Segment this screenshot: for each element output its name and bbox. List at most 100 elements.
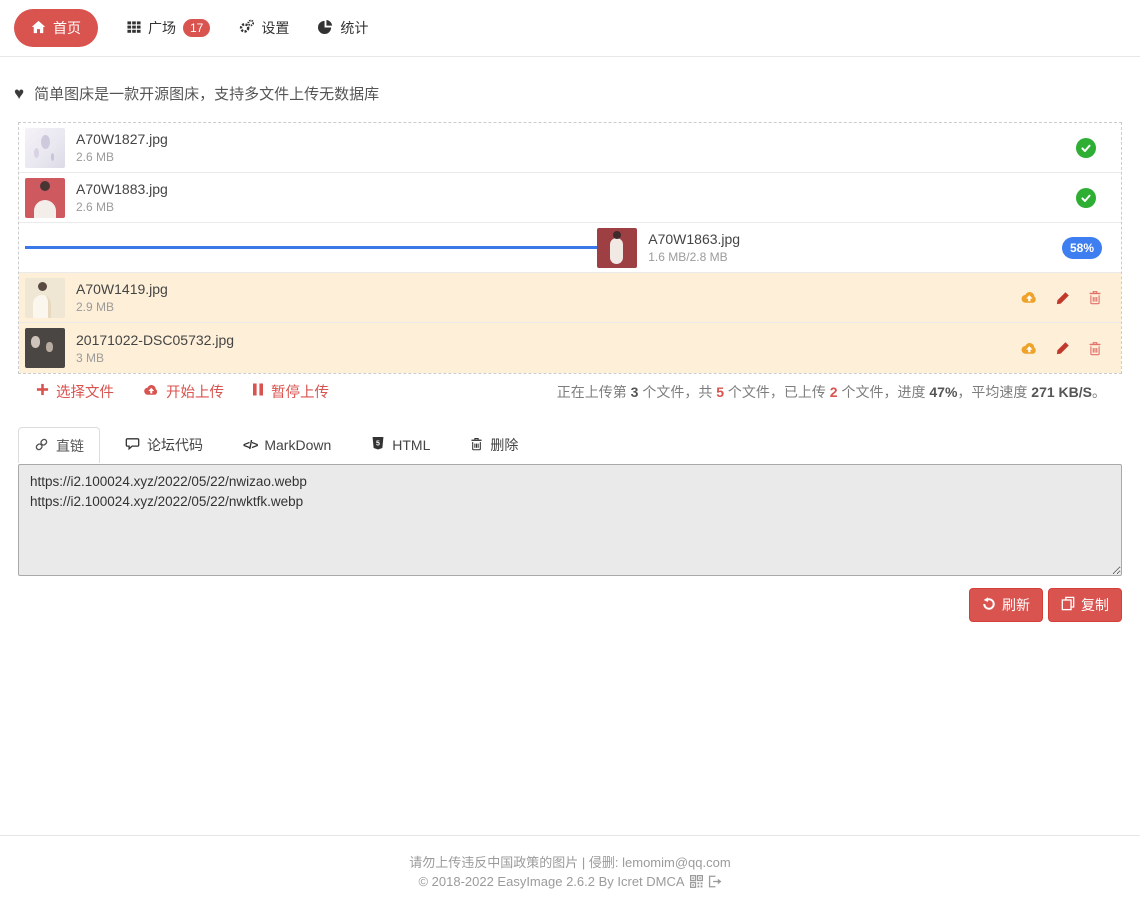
start-upload-label: 开始上传 xyxy=(166,381,224,402)
tab-direct-link[interactable]: 直链 xyxy=(18,427,100,463)
tab-markdown[interactable]: </> MarkDown xyxy=(228,427,346,463)
file-name: A70W1883.jpg xyxy=(76,180,168,198)
tab-forum-code[interactable]: 论坛代码 xyxy=(110,427,218,463)
file-name: A70W1419.jpg xyxy=(76,280,168,298)
file-row: A70W1827.jpg 2.6 MB xyxy=(19,123,1121,173)
comment-icon xyxy=(125,436,140,454)
success-check-icon xyxy=(1076,138,1096,158)
file-actions xyxy=(1019,341,1115,356)
pick-files-button[interactable]: 选择文件 xyxy=(36,381,114,402)
upload-toolbar: 选择文件 开始上传 暂停上传 正在上传第 3 个文件，共 5 个文件，已上传 2… xyxy=(18,374,1122,406)
file-row-queued: A70W1419.jpg 2.9 MB xyxy=(19,273,1121,323)
nav-stats[interactable]: 统计 xyxy=(318,18,368,38)
pause-icon xyxy=(252,383,264,400)
footer-policy-line: 请勿上传违反中国政策的图片 | 侵删: lemomim@qq.com xyxy=(0,853,1140,872)
file-row-queued: 20171022-DSC05732.jpg 3 MB xyxy=(19,323,1121,373)
nav-home-label: 首页 xyxy=(53,18,81,38)
refresh-icon xyxy=(982,597,996,614)
file-info: A70W1883.jpg 2.6 MB xyxy=(76,180,168,215)
refresh-button[interactable]: 刷新 xyxy=(969,588,1043,622)
file-info: A70W1419.jpg 2.9 MB xyxy=(76,280,168,315)
heart-icon: ♥ xyxy=(14,85,24,102)
logout-icon[interactable] xyxy=(708,874,722,893)
file-size: 2.9 MB xyxy=(76,300,168,315)
delete-file-icon[interactable] xyxy=(1088,341,1102,356)
tab-delete[interactable]: 删除 xyxy=(455,427,533,463)
qr-code-icon[interactable] xyxy=(690,874,703,893)
file-status xyxy=(1076,138,1115,158)
file-thumbnail xyxy=(25,128,65,168)
file-status: 58% xyxy=(1062,237,1115,259)
page-footer: 请勿上传违反中国政策的图片 | 侵删: lemomim@qq.com © 201… xyxy=(0,835,1140,906)
site-subtitle: ♥ 简单图床是一款开源图床，支持多文件上传无数据库 xyxy=(14,83,1140,104)
edit-file-icon[interactable] xyxy=(1056,341,1070,355)
file-thumbnail xyxy=(25,278,65,318)
file-size: 3 MB xyxy=(76,351,234,366)
file-size: 1.6 MB/2.8 MB xyxy=(648,250,740,265)
plaza-grid-icon xyxy=(127,20,141,37)
tab-html[interactable]: 5 HTML xyxy=(356,427,445,463)
link-format-tabs: 直链 论坛代码 </> MarkDown 5 HTML xyxy=(18,426,1122,463)
delete-file-icon[interactable] xyxy=(1088,290,1102,305)
file-thumbnail xyxy=(25,178,65,218)
svg-text:5: 5 xyxy=(376,441,380,448)
tab-delete-label: 删除 xyxy=(490,435,518,455)
total-file-count: 5 xyxy=(716,384,724,400)
file-info: A70W1863.jpg 1.6 MB/2.8 MB xyxy=(648,230,740,265)
nav-plaza[interactable]: 广场 17 xyxy=(127,18,210,38)
upload-status-text: 正在上传第 3 个文件，共 5 个文件，已上传 2 个文件，进度 47%，平均速… xyxy=(557,382,1120,402)
file-info: A70W1827.jpg 2.6 MB xyxy=(76,130,168,165)
upload-progress-bar xyxy=(25,246,597,249)
file-name: A70W1863.jpg xyxy=(648,230,740,248)
tab-markdown-label: MarkDown xyxy=(264,437,331,453)
link-icon xyxy=(34,437,49,455)
plaza-count-badge: 17 xyxy=(183,19,210,37)
copy-label: 复制 xyxy=(1081,595,1109,615)
nav-plaza-label: 广场 xyxy=(148,18,176,38)
pause-upload-button[interactable]: 暂停上传 xyxy=(252,381,329,402)
edit-file-icon[interactable] xyxy=(1056,291,1070,305)
file-name: A70W1827.jpg xyxy=(76,130,168,148)
stats-pie-icon xyxy=(318,19,333,37)
file-thumbnail xyxy=(25,328,65,368)
cloud-upload-icon xyxy=(142,383,159,401)
upload-file-icon[interactable] xyxy=(1019,290,1038,305)
tab-html-label: HTML xyxy=(392,437,430,453)
trash-icon xyxy=(470,437,483,454)
nav-settings[interactable]: 设置 xyxy=(239,18,289,38)
file-info: 20171022-DSC05732.jpg 3 MB xyxy=(76,331,234,366)
settings-cogs-icon xyxy=(239,19,254,37)
file-row: A70W1883.jpg 2.6 MB xyxy=(19,173,1121,223)
home-icon xyxy=(31,20,46,37)
upload-queue: A70W1827.jpg 2.6 MB A70W1883.jpg 2.6 MB xyxy=(18,122,1122,374)
navbar: 首页 广场 17 设置 统计 xyxy=(0,0,1140,57)
toolbar-buttons: 选择文件 开始上传 暂停上传 xyxy=(20,381,329,402)
average-speed: 271 KB/S xyxy=(1031,384,1092,400)
subtitle-text: 简单图床是一款开源图床，支持多文件上传无数据库 xyxy=(34,83,379,104)
uploaded-file-count: 2 xyxy=(830,384,838,400)
tab-forum-code-label: 论坛代码 xyxy=(147,435,203,455)
file-status xyxy=(1076,188,1115,208)
pick-files-label: 选择文件 xyxy=(56,381,114,402)
file-thumbnail xyxy=(597,228,637,268)
tab-direct-link-label: 直链 xyxy=(56,436,84,456)
footer-copyright-line: © 2018-2022 EasyImage 2.6.2 By Icret DMC… xyxy=(0,872,1140,893)
overall-progress-percent: 47% xyxy=(929,384,957,400)
links-textarea[interactable]: https://i2.100024.xyz/2022/05/22/nwizao.… xyxy=(18,464,1122,576)
file-row-uploading: A70W1863.jpg 1.6 MB/2.8 MB 58% xyxy=(19,223,1121,273)
success-check-icon xyxy=(1076,188,1096,208)
file-name: 20171022-DSC05732.jpg xyxy=(76,331,234,349)
nav-home[interactable]: 首页 xyxy=(14,9,98,47)
upload-file-icon[interactable] xyxy=(1019,341,1038,356)
copy-button[interactable]: 复制 xyxy=(1048,588,1122,622)
refresh-label: 刷新 xyxy=(1002,595,1030,615)
file-actions xyxy=(1019,290,1115,305)
nav-stats-label: 统计 xyxy=(340,18,368,38)
start-upload-button[interactable]: 开始上传 xyxy=(142,381,224,402)
progress-percent-badge: 58% xyxy=(1062,237,1102,259)
file-size: 2.6 MB xyxy=(76,200,168,215)
file-size: 2.6 MB xyxy=(76,150,168,165)
html5-icon: 5 xyxy=(371,436,385,454)
nav-settings-label: 设置 xyxy=(261,18,289,38)
code-icon: </> xyxy=(243,438,257,452)
